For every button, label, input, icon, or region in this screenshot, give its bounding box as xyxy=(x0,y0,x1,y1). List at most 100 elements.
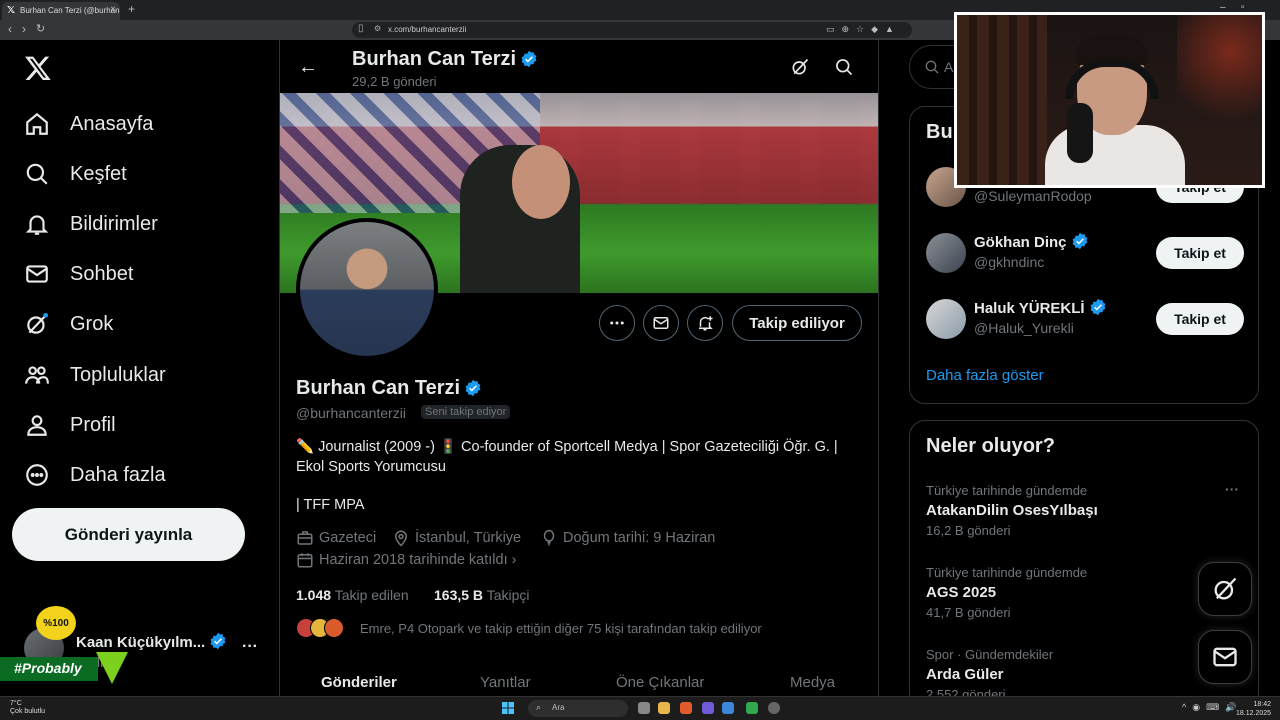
brave-browser-icon[interactable] xyxy=(680,702,692,714)
clock[interactable]: 18:42 18.12.2025 xyxy=(1236,700,1271,718)
notify-button[interactable] xyxy=(687,305,723,341)
back-arrow-icon[interactable]: ← xyxy=(298,56,318,79)
messages-fab-button[interactable] xyxy=(1198,630,1252,684)
address-bar-icons[interactable]: ▭⊕☆◆▲ xyxy=(826,24,901,35)
taskbar-search[interactable]: ⌕ Ara xyxy=(528,700,628,717)
followers-label: Takipçi xyxy=(486,587,530,603)
nav-grok[interactable]: Grok xyxy=(24,306,113,342)
file-explorer-icon[interactable] xyxy=(658,702,670,714)
profile-bio: ✏️ Journalist (2009 -) 🚦 Co-founder of S… xyxy=(296,439,838,475)
bookmark-icon[interactable]: ▯ xyxy=(358,23,364,34)
trend-item[interactable]: Türkiye tarihinde gündemde AGS 2025 41,7… xyxy=(926,565,1244,620)
followers-count: 163,5 B xyxy=(434,587,484,603)
verified-badge-icon xyxy=(1072,232,1087,250)
post-button[interactable]: Gönderi yayınla xyxy=(12,508,245,561)
location-icon xyxy=(394,530,408,547)
nav-more[interactable]: Daha fazla xyxy=(24,457,166,493)
suggestion-name: Gökhan Dinç xyxy=(974,234,1067,251)
trend-title: Arda Güler xyxy=(926,666,1004,683)
task-view-icon[interactable] xyxy=(638,702,650,714)
trend-item[interactable]: Türkiye tarihinde gündemde AtakanDilin O… xyxy=(926,483,1244,538)
suggestion-handle: @Haluk_Yurekli xyxy=(974,320,1074,336)
header-name: Burhan Can Terzi xyxy=(352,48,517,70)
grok-icon xyxy=(1214,577,1237,600)
app-icon[interactable] xyxy=(746,702,758,714)
tab-highlights[interactable]: Öne Çıkanlar xyxy=(616,674,704,691)
suggestion-name: Haluk YÜREKLİ xyxy=(974,300,1085,317)
tab-media[interactable]: Medya xyxy=(790,674,835,691)
search-icon[interactable] xyxy=(834,57,854,77)
stream-logo-icon xyxy=(96,652,128,684)
nav-explore[interactable]: Keşfet xyxy=(24,156,127,192)
followers-stat[interactable]: 163,5 B Takipçi xyxy=(434,587,529,603)
verified-badge-icon xyxy=(465,379,481,397)
profile-location: İstanbul, Türkiye xyxy=(415,530,522,546)
back-icon[interactable]: ‹ xyxy=(8,22,12,36)
follow-button[interactable]: Takip et xyxy=(1156,237,1244,269)
grok-icon xyxy=(24,311,50,337)
reload-icon[interactable]: ↻ xyxy=(36,22,45,35)
webcam-overlay xyxy=(954,12,1265,188)
profile-name: Burhan Can Terzi xyxy=(296,377,461,399)
nav-notifications[interactable]: Bildirimler xyxy=(24,206,158,242)
app-icon[interactable] xyxy=(768,702,780,714)
app-icon[interactable] xyxy=(722,702,734,714)
nav-more-label: Daha fazla xyxy=(70,463,166,486)
profile-column: ← Burhan Can Terzi 29,2 B gönderi Takip … xyxy=(279,40,879,696)
following-button[interactable]: Takip ediliyor xyxy=(732,305,862,341)
profile-avatar[interactable] xyxy=(296,218,438,360)
browser-tab[interactable]: 𝕏 Burhan Can Terzi (@burhancan... × xyxy=(2,2,120,20)
close-tab-icon[interactable]: × xyxy=(110,4,116,15)
grok-icon[interactable] xyxy=(790,57,810,77)
following-stat[interactable]: 1.048 Takip edilen xyxy=(296,587,409,603)
nav-notifications-label: Bildirimler xyxy=(70,212,158,235)
show-more-link[interactable]: Daha fazla göster xyxy=(926,367,1044,384)
trend-title: AGS 2025 xyxy=(926,584,997,601)
stream-badge: %100 xyxy=(36,606,76,640)
search-icon xyxy=(24,161,50,187)
taskbar-search-label: Ara xyxy=(552,703,565,712)
joined-date-link[interactable]: Haziran 2018 tarihinde katıldı › xyxy=(296,551,516,569)
trend-count: 41,7 B gönderi xyxy=(926,605,1011,620)
more-circle-icon xyxy=(24,462,50,488)
bell-plus-icon xyxy=(699,316,713,331)
nav-communities[interactable]: Topluluklar xyxy=(24,357,166,393)
suggestion-item[interactable]: Gökhan Dinç @gkhndinc Takip et xyxy=(926,231,1244,275)
tab-posts[interactable]: Gönderiler xyxy=(321,674,397,691)
nav-home[interactable]: Anasayfa xyxy=(24,106,153,142)
trend-title: AtakanDilin OsesYılbaşı xyxy=(926,502,1098,519)
site-info-icon[interactable]: ⚙ xyxy=(374,24,381,33)
who-to-follow-title: Bu xyxy=(926,121,953,143)
new-tab-icon[interactable]: + xyxy=(128,2,135,16)
forward-icon[interactable]: › xyxy=(22,22,26,36)
windows-start-icon[interactable] xyxy=(502,702,514,714)
stream-hashtag: #Probably xyxy=(0,657,98,681)
weather-widget[interactable]: 7°C Çok bulutlu xyxy=(10,700,45,716)
suggestion-item[interactable]: Haluk YÜREKLİ @Haluk_Yurekli Takip et xyxy=(926,297,1244,341)
nav-explore-label: Keşfet xyxy=(70,162,127,185)
mail-icon xyxy=(24,261,50,287)
nav-profile-label: Profil xyxy=(70,413,116,436)
trend-context: Türkiye tarihinde gündemde xyxy=(926,565,1088,580)
more-options-button[interactable] xyxy=(599,305,635,341)
nav-messages[interactable]: Sohbet xyxy=(24,256,133,292)
verified-badge-icon xyxy=(210,632,226,650)
message-button[interactable] xyxy=(643,305,679,341)
grok-fab-button[interactable] xyxy=(1198,562,1252,616)
suggestion-handle: @gkhndinc xyxy=(974,254,1045,270)
trend-context: Türkiye tarihinde gündemde xyxy=(926,483,1088,498)
trend-item[interactable]: Spor · Gündemdekiler Arda Güler 2.552 gö… xyxy=(926,647,1244,702)
follow-button[interactable]: Takip et xyxy=(1156,303,1244,335)
x-logo-icon[interactable] xyxy=(24,54,52,82)
tab-replies[interactable]: Yanıtlar xyxy=(480,674,531,691)
more-horizontal-icon[interactable]: ··· xyxy=(242,638,258,656)
chevron-right-icon: › xyxy=(511,552,517,568)
system-tray[interactable]: ^◉⌨🔊 xyxy=(1182,702,1242,713)
mutual-followers[interactable]: Emre, P4 Otopark ve takip ettiğin diğer … xyxy=(296,616,762,640)
search-icon: ⌕ xyxy=(536,702,542,712)
nav-profile[interactable]: Profil xyxy=(24,407,116,443)
post-count: 29,2 B gönderi xyxy=(352,74,437,89)
verified-badge-icon xyxy=(521,50,537,68)
app-icon[interactable] xyxy=(702,702,714,714)
tab-title: Burhan Can Terzi (@burhancan... xyxy=(20,6,120,15)
